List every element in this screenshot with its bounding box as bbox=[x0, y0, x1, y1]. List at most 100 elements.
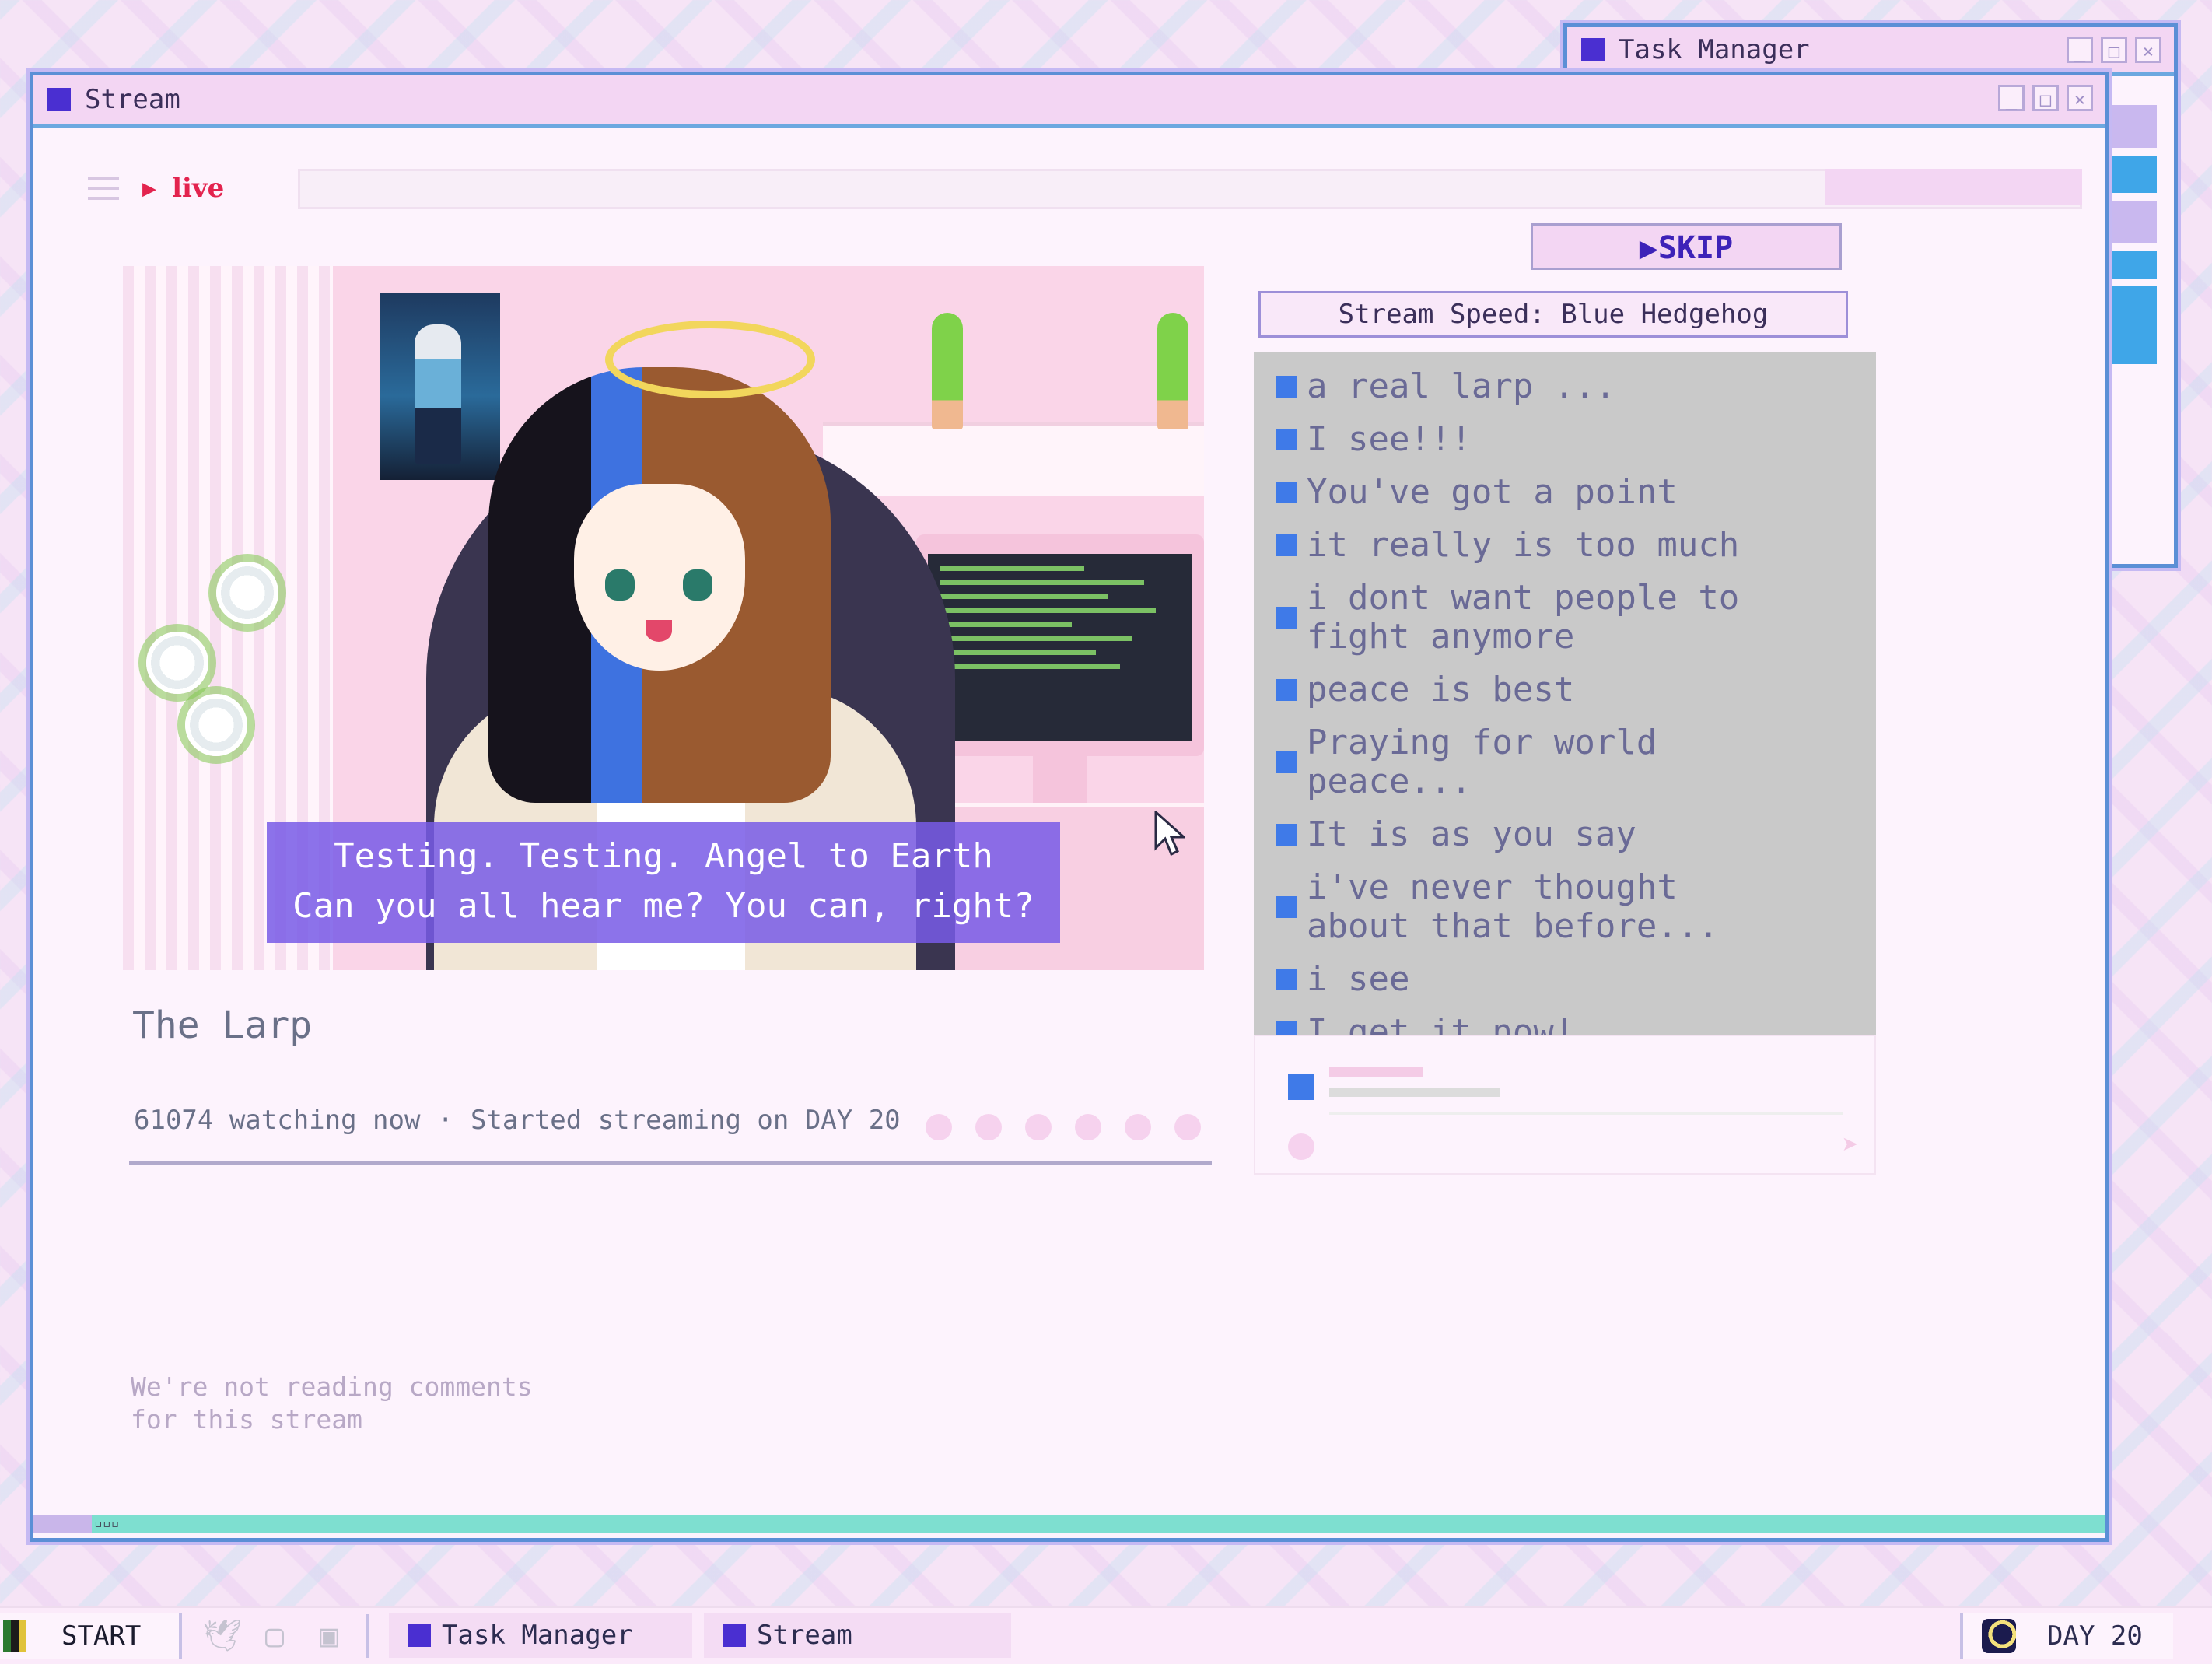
task-manager-app-icon bbox=[1581, 38, 1605, 61]
task-manager-bar bbox=[2110, 286, 2157, 364]
character-mouth bbox=[646, 620, 672, 642]
rose-icon bbox=[146, 632, 208, 694]
hamburger-menu-icon[interactable] bbox=[88, 177, 119, 200]
start-logo-icon bbox=[3, 1620, 26, 1652]
chat-message: You've got a point bbox=[1276, 473, 1876, 512]
mouse-cursor-icon bbox=[1154, 811, 1185, 857]
stream-toolbar: ▶ live bbox=[57, 161, 2082, 215]
task-manager-app-icon bbox=[408, 1624, 431, 1647]
chat-user-icon bbox=[1276, 482, 1297, 503]
chat-message-text: Praying for world peace... bbox=[1307, 723, 1657, 801]
chat-user-icon bbox=[1276, 534, 1297, 556]
day-label: DAY 20 bbox=[2047, 1620, 2143, 1652]
character-eye bbox=[683, 569, 712, 601]
taskbar-divider bbox=[366, 1614, 369, 1658]
chat-message-text: You've got a point bbox=[1307, 472, 1678, 512]
stream-app-icon bbox=[723, 1624, 746, 1647]
monitor-screen bbox=[928, 554, 1192, 741]
chat-input-area: ➤ bbox=[1254, 1035, 1876, 1175]
stats-separator: · bbox=[437, 1105, 453, 1136]
chat-user-icon bbox=[1276, 607, 1297, 629]
chat-message-text: a real larp ... bbox=[1307, 366, 1616, 406]
stream-app-icon bbox=[47, 88, 71, 111]
shelf bbox=[823, 422, 1204, 496]
task-manager-titlebar[interactable]: Task Manager _ □ × bbox=[1567, 27, 2174, 76]
taskbar-task-label: Stream bbox=[757, 1620, 852, 1651]
chat-user-icon bbox=[1276, 751, 1297, 773]
carousel-dot bbox=[1025, 1114, 1052, 1140]
stream-subtitle: Testing. Testing. Angel to Earth Can you… bbox=[267, 822, 1060, 943]
maximize-icon[interactable]: □ bbox=[2101, 37, 2127, 63]
moon-icon bbox=[1982, 1619, 2016, 1653]
stream-title: The Larp bbox=[132, 1004, 313, 1047]
chat-user-icon bbox=[1276, 824, 1297, 846]
chat-message-text: It is as you say bbox=[1307, 814, 1636, 854]
emoji-icon[interactable] bbox=[1288, 1133, 1314, 1160]
send-icon[interactable]: ➤ bbox=[1842, 1130, 1859, 1161]
chat-user-icon bbox=[1276, 429, 1297, 450]
carousel-dot bbox=[1174, 1114, 1201, 1140]
stream-titlebar[interactable]: Stream _ □ × bbox=[33, 75, 2105, 128]
close-icon[interactable]: × bbox=[2067, 85, 2093, 111]
minimize-icon[interactable]: _ bbox=[2067, 37, 2093, 63]
play-icon: ▶ bbox=[142, 174, 157, 202]
carousel-dot bbox=[1125, 1114, 1151, 1140]
minimize-icon[interactable]: _ bbox=[1998, 85, 2025, 111]
task-manager-bar bbox=[2110, 105, 2157, 148]
taskbar: START 🕊 ▢ ▣ Task Manager Stream DAY 20 bbox=[0, 1606, 2212, 1664]
stream-video[interactable]: Testing. Testing. Angel to Earth Can you… bbox=[123, 266, 1204, 970]
chat-message: It is as you say bbox=[1276, 815, 1876, 854]
plant-icon bbox=[932, 313, 963, 429]
carousel-dots bbox=[926, 1114, 1201, 1140]
taskbar-task-label: Task Manager bbox=[442, 1620, 633, 1651]
live-label: live bbox=[172, 173, 225, 204]
task-manager-bar bbox=[2110, 251, 2157, 279]
day-indicator: DAY 20 bbox=[1960, 1613, 2173, 1659]
carousel-dot bbox=[1075, 1114, 1101, 1140]
close-icon[interactable]: × bbox=[2135, 37, 2161, 63]
watching-count: 61074 watching now bbox=[134, 1105, 421, 1136]
monitor-stand bbox=[1033, 756, 1087, 803]
taskbar-task-manager[interactable]: Task Manager bbox=[389, 1613, 692, 1658]
chat-user-icon bbox=[1276, 969, 1297, 990]
chat-icon[interactable]: ▢ bbox=[257, 1619, 292, 1653]
character-face bbox=[574, 484, 745, 671]
chat-user-icon bbox=[1276, 376, 1297, 398]
chat-panel: a real larp ... I see!!! You've got a poin… bbox=[1254, 352, 1876, 1052]
chat-message: Praying for world peace... bbox=[1276, 723, 1876, 801]
chat-input-placeholder bbox=[1329, 1067, 1423, 1077]
carousel-dot bbox=[975, 1114, 1002, 1140]
character-eye bbox=[605, 569, 635, 601]
task-manager-bar bbox=[2110, 201, 2157, 243]
stream-status-strip: ▫▫▫ bbox=[33, 1515, 2105, 1533]
task-manager-bars bbox=[2110, 105, 2157, 372]
taskbar-stream[interactable]: Stream bbox=[704, 1613, 1011, 1658]
desk-monitor bbox=[916, 534, 1204, 756]
chat-message: a real larp ... bbox=[1276, 367, 1876, 406]
no-comments-line: for this stream bbox=[131, 1404, 363, 1435]
skip-button[interactable]: ▶SKIP bbox=[1531, 223, 1842, 270]
status-chip bbox=[33, 1515, 92, 1533]
computer-icon[interactable]: ▣ bbox=[311, 1619, 347, 1653]
subtitle-line: Testing. Testing. Angel to Earth bbox=[334, 836, 993, 876]
start-button[interactable]: START bbox=[0, 1613, 182, 1659]
maximize-icon[interactable]: □ bbox=[2032, 85, 2059, 111]
chat-message: peace is best bbox=[1276, 671, 1876, 709]
status-glyph: ▫▫▫ bbox=[94, 1515, 120, 1532]
stream-stats: 61074 watching now · Started streaming on … bbox=[134, 1105, 901, 1136]
chat-message-text: peace is best bbox=[1307, 670, 1575, 709]
chat-input-placeholder bbox=[1329, 1088, 1500, 1097]
chat-input-rule bbox=[1329, 1112, 1843, 1115]
chat-message-text: i dont want people to fight anymore bbox=[1307, 578, 1740, 657]
chat-message: i dont want people to fight anymore bbox=[1276, 579, 1876, 657]
flower-decoration bbox=[123, 538, 333, 772]
chat-user-icon bbox=[1276, 679, 1297, 701]
wall-poster bbox=[380, 293, 500, 480]
twitter-icon[interactable]: 🕊 bbox=[202, 1619, 242, 1653]
address-bar[interactable] bbox=[298, 169, 2082, 209]
poster-figure bbox=[415, 324, 461, 464]
stream-speed-button[interactable]: Stream Speed: Blue Hedgehog bbox=[1258, 291, 1848, 338]
chat-message-text: i see bbox=[1307, 959, 1410, 999]
stats-divider bbox=[129, 1161, 1212, 1165]
chat-message: i see bbox=[1276, 960, 1876, 999]
